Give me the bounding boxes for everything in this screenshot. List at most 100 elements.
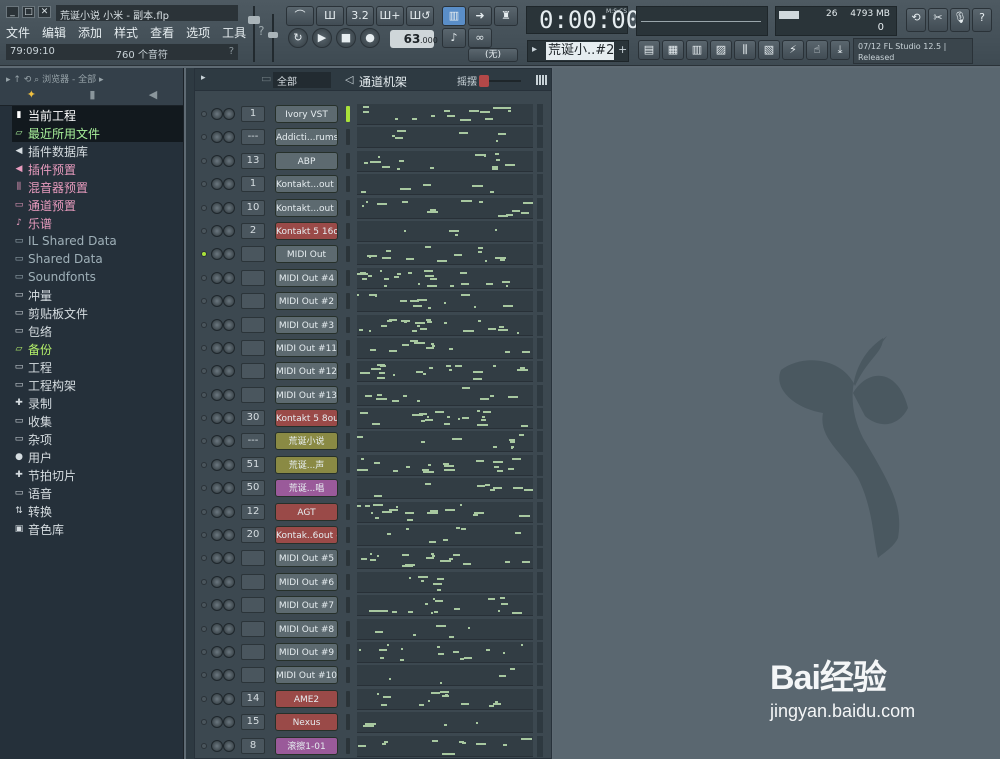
channel-pan-knob[interactable] (211, 201, 223, 214)
channel-pan-knob[interactable] (211, 318, 223, 331)
browser-item[interactable]: ▭ 杂项 (12, 430, 183, 448)
cut-icon[interactable]: ✂ (928, 8, 948, 32)
master-volume-slider[interactable] (248, 6, 260, 62)
channel-volume-knob[interactable] (223, 692, 235, 705)
channel-piano-roll-preview[interactable] (357, 267, 533, 289)
channel-volume-knob[interactable] (223, 271, 235, 284)
channel-mixer-track[interactable] (241, 620, 265, 637)
menu-edit[interactable]: 编辑 (42, 24, 66, 40)
channel-mute-led[interactable] (201, 578, 207, 585)
browser-item[interactable]: ▱ 备份 (12, 340, 183, 358)
microphone-icon[interactable]: 🎙 (950, 8, 970, 32)
channel-piano-roll-preview[interactable] (357, 641, 533, 663)
channel-select-indicator[interactable] (346, 386, 350, 403)
browser-audio-tab-icon[interactable]: ◀ (149, 88, 157, 104)
channel-name-button[interactable]: MIDI Out (275, 245, 338, 264)
channel-name-button[interactable]: Nexus (275, 713, 338, 732)
channel-pan-knob[interactable] (211, 622, 223, 635)
channel-pan-knob[interactable] (211, 645, 223, 658)
channel-name-button[interactable]: AGT (275, 502, 338, 521)
channel-mute-led[interactable] (201, 485, 207, 492)
channel-piano-roll-preview[interactable] (357, 337, 533, 359)
channel-piano-roll-preview[interactable] (357, 571, 533, 593)
channel-mixer-track[interactable] (241, 597, 265, 614)
browser-item[interactable]: ⇅ 转换 (12, 502, 183, 520)
channel-piano-roll-preview[interactable] (357, 244, 533, 266)
channel-mute-led[interactable] (201, 157, 207, 164)
channel-name-button[interactable]: 荒诞小说 (275, 432, 338, 451)
channel-select-indicator[interactable] (346, 643, 350, 660)
browser-item[interactable]: ✚ 录制 (12, 394, 183, 412)
channel-select-indicator[interactable] (346, 199, 350, 216)
channel-select-indicator[interactable] (346, 527, 350, 544)
channel-volume-knob[interactable] (223, 716, 235, 729)
channel-name-button[interactable]: Ivory VST (275, 105, 338, 123)
channel-select-indicator[interactable] (346, 129, 350, 146)
channel-mixer-track[interactable]: 14 (241, 690, 265, 707)
browser-item[interactable]: ▭ 包络 (12, 322, 183, 340)
channel-select-indicator[interactable] (346, 152, 350, 169)
song-mode-icon[interactable]: ⌒ (286, 6, 314, 26)
channel-select-indicator[interactable] (346, 503, 350, 520)
channel-name-button[interactable]: Kontakt...out #2 (275, 175, 338, 194)
channel-pan-knob[interactable] (211, 224, 223, 237)
channel-pan-knob[interactable] (211, 692, 223, 705)
browser-item[interactable]: ▭ 剪贴板文件 (12, 304, 183, 322)
channel-name-button[interactable]: 荒诞...声 (275, 455, 338, 474)
channel-mixer-track[interactable] (241, 246, 265, 263)
channel-mute-led[interactable] (201, 602, 207, 609)
channel-mute-led[interactable] (201, 134, 207, 141)
download-icon[interactable]: ⤓ (830, 40, 850, 60)
channel-pan-knob[interactable] (211, 669, 223, 682)
channel-mute-led[interactable] (201, 344, 207, 351)
channel-mute-led[interactable] (201, 555, 207, 562)
browser-item[interactable]: ▭ Shared Data (12, 250, 183, 268)
channel-mute-led[interactable] (201, 321, 207, 328)
channel-piano-roll-preview[interactable] (357, 525, 533, 547)
channel-volume-knob[interactable] (223, 575, 235, 588)
channel-mixer-track[interactable]: 51 (241, 456, 265, 473)
channel-mixer-track[interactable] (241, 386, 265, 403)
channel-piano-roll-preview[interactable] (357, 665, 533, 687)
channel-mixer-track[interactable] (241, 363, 265, 380)
channel-pan-knob[interactable] (211, 739, 223, 752)
channel-mute-led[interactable] (201, 227, 207, 234)
channel-pan-knob[interactable] (211, 295, 223, 308)
channel-piano-roll-preview[interactable] (357, 688, 533, 710)
channel-volume-knob[interactable] (223, 388, 235, 401)
channel-name-button[interactable]: MIDI Out #8 (275, 619, 338, 638)
channel-name-button[interactable]: MIDI Out #11 (275, 338, 338, 357)
channel-name-button[interactable]: AME2 (275, 689, 338, 708)
channel-select-indicator[interactable] (346, 222, 350, 239)
piano-roll-icon[interactable]: ▦ (662, 40, 684, 60)
channel-pan-knob[interactable] (211, 341, 223, 354)
channel-mixer-track[interactable]: 30 (241, 410, 265, 427)
channel-volume-knob[interactable] (223, 224, 235, 237)
channel-name-button[interactable]: MIDI Out #9 (275, 642, 338, 661)
channel-name-button[interactable]: MIDI Out #6 (275, 572, 338, 591)
menu-patterns[interactable]: 样式 (114, 24, 138, 40)
browser-item[interactable]: ▭ IL Shared Data (12, 232, 183, 250)
channel-pan-knob[interactable] (211, 716, 223, 729)
channel-volume-knob[interactable] (223, 178, 235, 191)
channel-name-button[interactable]: Kontakt 5 8out (275, 409, 338, 428)
channel-pan-knob[interactable] (211, 599, 223, 612)
menu-view[interactable]: 查看 (150, 24, 174, 40)
browser-item[interactable]: ▭ 冲量 (12, 286, 183, 304)
channel-select-indicator[interactable] (346, 456, 350, 473)
channel-volume-knob[interactable] (223, 201, 235, 214)
touch-icon[interactable]: ☝ (806, 40, 828, 60)
record-icon[interactable]: ● (360, 28, 380, 48)
channel-mixer-track[interactable]: 12 (241, 503, 265, 520)
channel-select-indicator[interactable] (346, 246, 350, 263)
metronome-icon[interactable]: Ш+ (376, 6, 404, 26)
channel-mute-led[interactable] (201, 181, 207, 188)
channel-select-indicator[interactable] (346, 106, 350, 122)
channel-mute-led[interactable] (201, 111, 207, 117)
browser-item[interactable]: ◀ 插件预置 (12, 160, 183, 178)
channel-select-indicator[interactable] (346, 176, 350, 193)
channel-mute-led[interactable] (201, 625, 207, 632)
channel-piano-roll-preview[interactable] (357, 361, 533, 383)
master-pitch-slider[interactable] (268, 14, 278, 62)
channel-mixer-track[interactable]: 10 (241, 199, 265, 216)
